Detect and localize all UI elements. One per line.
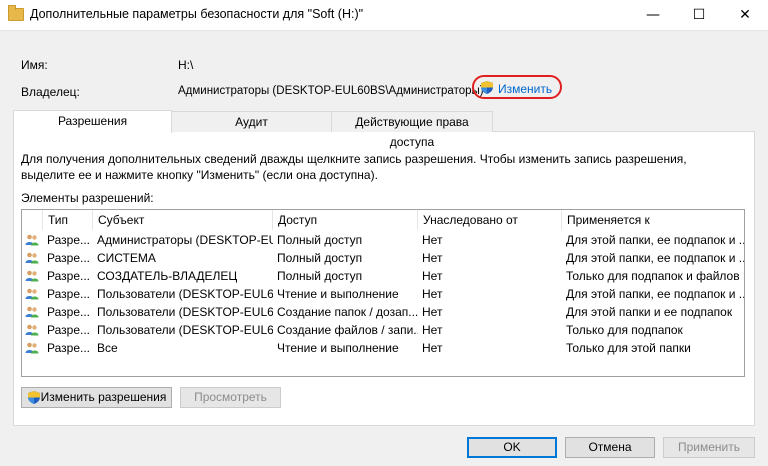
users-icon (25, 342, 39, 354)
header-access[interactable]: Доступ (273, 210, 418, 230)
users-icon (25, 270, 39, 282)
cell-access: Полный доступ (277, 269, 363, 283)
info-text: Для получения дополнительных сведений дв… (21, 152, 687, 182)
cell-type: Разре... (47, 341, 90, 355)
maximize-button[interactable]: ☐ (676, 0, 722, 30)
cell-applies-to: Только для подпапок и файлов (566, 269, 740, 283)
table-row[interactable]: Разре... Администраторы (DESKTOP-EU... Пол… (22, 231, 744, 249)
table-header: Тип Субъект Доступ Унаследовано от Приме… (22, 210, 744, 230)
cell-type: Разре... (47, 233, 90, 247)
minimize-button[interactable]: — (630, 0, 676, 30)
window-title: Дополнительные параметры безопасности дл… (30, 7, 364, 21)
tab-audit[interactable]: Аудит (171, 111, 332, 132)
change-permissions-label: Изменить разрешения (40, 390, 167, 404)
tab-permissions[interactable]: Разрешения (13, 110, 172, 133)
cell-subject: Все (97, 341, 118, 355)
cell-inherited: Нет (422, 305, 443, 319)
cell-inherited: Нет (422, 287, 443, 301)
cell-subject: Пользователи (DESKTOP-EUL60... (97, 287, 273, 301)
table-row[interactable]: Разре... Пользователи (DESKTOP-EUL60... Со… (22, 321, 744, 339)
cell-subject: Пользователи (DESKTOP-EUL60... (97, 305, 273, 319)
cell-access: Создание файлов / запи... (277, 323, 418, 337)
table-row[interactable]: Разре... Пользователи (DESKTOP-EUL60... Со… (22, 303, 744, 321)
tab-effective-access[interactable]: Действующие права доступа (331, 111, 493, 149)
change-owner-link[interactable]: Изменить (498, 82, 552, 96)
cell-access: Полный доступ (277, 233, 363, 247)
cell-applies-to: Для этой папки, ее подпапок и ... (566, 287, 744, 301)
apply-button[interactable]: Применить (663, 437, 755, 458)
cell-type: Разре... (47, 251, 90, 265)
users-icon (25, 324, 39, 336)
name-label: Имя: (21, 58, 48, 72)
table-row[interactable]: Разре... Все Чтение и выполнение Нет Только … (22, 339, 744, 357)
permissions-label: Элементы разрешений: (21, 191, 154, 205)
users-icon (25, 306, 39, 318)
cell-subject: СИСТЕМА (97, 251, 156, 265)
cell-type: Разре... (47, 269, 90, 283)
cell-applies-to: Для этой папки, ее подпапок и ... (566, 233, 744, 247)
cell-access: Полный доступ (277, 251, 363, 265)
table-row[interactable]: Разре... СОЗДАТЕЛЬ-ВЛАДЕЛЕЦ Полный доступ Н… (22, 267, 744, 285)
table-row[interactable]: Разре... СИСТЕМА Полный доступ Нет Для этой … (22, 249, 744, 267)
ok-button[interactable]: OK (467, 437, 557, 458)
folder-icon (8, 5, 24, 21)
permissions-table[interactable]: Тип Субъект Доступ Унаследовано от Приме… (21, 209, 745, 377)
header-inherited[interactable]: Унаследовано от (418, 210, 562, 230)
users-icon (25, 234, 39, 246)
shield-icon (28, 391, 40, 404)
cell-access: Чтение и выполнение (277, 341, 399, 355)
users-icon (25, 252, 39, 264)
cell-subject: СОЗДАТЕЛЬ-ВЛАДЕЛЕЦ (97, 269, 238, 283)
cell-inherited: Нет (422, 233, 443, 247)
name-value: H:\ (178, 58, 194, 72)
header-subject[interactable]: Субъект (93, 210, 273, 230)
cell-applies-to: Для этой папки и ее подпапок (566, 305, 733, 319)
cell-inherited: Нет (422, 269, 443, 283)
cell-applies-to: Только для этой папки (566, 341, 691, 355)
cell-type: Разре... (47, 305, 90, 319)
cell-subject: Пользователи (DESKTOP-EUL60... (97, 323, 273, 337)
cell-type: Разре... (47, 323, 90, 337)
cell-subject: Администраторы (DESKTOP-EU... (97, 233, 273, 247)
cell-applies-to: Для этой папки, ее подпапок и ... (566, 251, 744, 265)
shield-icon (481, 81, 493, 94)
users-icon (25, 288, 39, 300)
cell-inherited: Нет (422, 323, 443, 337)
change-permissions-button[interactable]: Изменить разрешения (21, 387, 172, 408)
view-button[interactable]: Просмотреть (180, 387, 281, 408)
owner-label: Владелец: (21, 85, 80, 99)
cell-type: Разре... (47, 287, 90, 301)
header-type[interactable]: Тип (43, 210, 93, 230)
cell-inherited: Нет (422, 251, 443, 265)
cancel-button[interactable]: Отмена (565, 437, 655, 458)
cell-access: Чтение и выполнение (277, 287, 399, 301)
header-applies-to[interactable]: Применяется к (562, 210, 744, 230)
title-bar: Дополнительные параметры безопасности дл… (0, 0, 768, 31)
header-icon-col (22, 210, 43, 230)
cell-inherited: Нет (422, 341, 443, 355)
cell-access: Создание папок / дозап... (277, 305, 418, 319)
owner-value: Администраторы (DESKTOP-EUL60BS\Админист… (178, 85, 484, 97)
cell-applies-to: Только для подпапок (566, 323, 683, 337)
table-row[interactable]: Разре... Пользователи (DESKTOP-EUL60... Чт… (22, 285, 744, 303)
close-button[interactable]: ✕ (722, 0, 768, 30)
